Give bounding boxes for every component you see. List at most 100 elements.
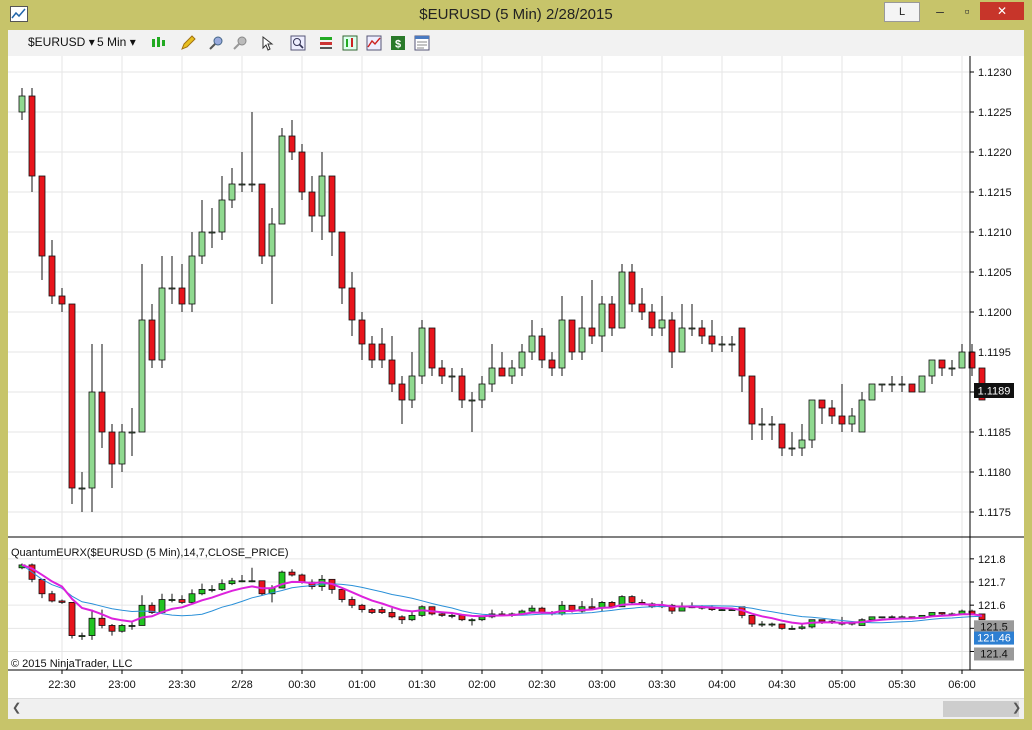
time-tick-label: 06:00 — [948, 679, 976, 691]
scroll-right-icon[interactable]: ❯ — [1012, 701, 1021, 714]
minimize-button[interactable]: ‒ — [930, 1, 950, 21]
price-tick-label: 1.1210 — [978, 227, 1012, 239]
time-tick-label: 01:30 — [408, 679, 436, 691]
properties-icon[interactable] — [318, 35, 334, 51]
price-candle — [108, 424, 116, 488]
chevron-down-icon: ▾ — [88, 35, 95, 49]
time-tick-label: 22:30 — [48, 679, 76, 691]
price-tick-label: 1.1205 — [978, 267, 1012, 279]
price-candle — [638, 288, 646, 320]
interval-selector[interactable]: 5 Min ▾ — [97, 35, 136, 49]
time-tick-label: 05:00 — [828, 679, 856, 691]
dollar-icon[interactable]: $ — [390, 35, 406, 51]
time-axis-labels[interactable]: 22:30 23:00 23:30 2/28 00:30 01:00 01:30 02:00 0… — [48, 670, 976, 691]
bar-type-icon[interactable] — [150, 35, 166, 51]
link-button[interactable]: L — [884, 2, 920, 22]
time-tick-label: 02:30 — [528, 679, 556, 691]
indicator-candle — [888, 615, 896, 619]
price-candle — [938, 359, 946, 376]
indicator-candle — [208, 585, 216, 593]
copyright-text: © 2015 NinjaTrader, LLC — [11, 658, 132, 670]
price-candle — [518, 344, 526, 376]
price-candle — [508, 360, 516, 384]
indicators-icon[interactable] — [366, 35, 382, 51]
price-candle — [678, 304, 686, 353]
price-candle — [948, 360, 956, 376]
price-candle — [498, 352, 506, 377]
price-candle — [888, 376, 896, 392]
indicator-candle — [448, 613, 456, 619]
price-tick-label: 1.1230 — [978, 67, 1012, 79]
price-candle — [418, 320, 426, 384]
price-candle — [658, 296, 666, 336]
zoom-in-icon[interactable] — [208, 35, 224, 51]
last-price-label: 1.1189 — [978, 386, 1011, 398]
price-candle — [308, 176, 316, 232]
time-tick-label: 2/28 — [231, 679, 252, 691]
price-candle — [858, 392, 866, 433]
price-axis-labels[interactable]: 1.11751.11801.11851.11901.11951.12001.12… — [970, 67, 1012, 519]
price-candle — [58, 288, 66, 312]
scroll-thumb[interactable] — [943, 701, 1019, 717]
price-candle — [278, 128, 286, 225]
search-icon[interactable] — [290, 35, 306, 51]
price-candle — [78, 472, 86, 512]
chart-canvas[interactable]: 1.11751.11801.11851.11901.11951.12001.12… — [8, 56, 1024, 698]
price-tick-label: 1.1215 — [978, 187, 1012, 199]
price-candle — [798, 424, 806, 456]
price-candle — [758, 408, 766, 440]
horizontal-scrollbar[interactable]: ❮ ❯ — [8, 698, 1024, 719]
price-candle — [188, 232, 196, 312]
price-candle — [198, 200, 206, 264]
price-candle — [148, 304, 156, 368]
price-candle — [488, 344, 496, 392]
indicator-tick-label: 121.8 — [978, 554, 1006, 566]
price-candle — [808, 399, 816, 448]
time-tick-label: 02:00 — [468, 679, 496, 691]
indicator-candle — [68, 602, 76, 639]
price-candle — [48, 240, 56, 304]
price-candle — [38, 175, 46, 280]
indicator-candle — [368, 608, 376, 614]
indicator-candle — [338, 589, 346, 603]
chart-area[interactable]: 1.11751.11801.11851.11901.11951.12001.12… — [8, 56, 1024, 698]
price-candle — [338, 231, 346, 304]
time-tick-label: 03:00 — [588, 679, 616, 691]
indicator-candle — [198, 583, 206, 596]
price-candle — [208, 208, 216, 248]
close-button[interactable]: ✕ — [980, 2, 1024, 20]
scroll-left-icon[interactable]: ❮ — [12, 701, 21, 714]
price-candle — [348, 272, 356, 336]
price-candle — [478, 376, 486, 408]
cursor-icon[interactable] — [260, 35, 276, 51]
price-candle — [28, 88, 36, 192]
price-candle — [428, 327, 436, 376]
instrument-selector[interactable]: $EURUSD ▾ — [28, 35, 95, 49]
indicator-candle — [308, 579, 316, 590]
time-tick-label: 01:00 — [348, 679, 376, 691]
price-candle — [398, 376, 406, 424]
title-bar: $EURUSD (5 Min) 2/28/2015 L ‒ ▫ ✕ — [0, 0, 1032, 30]
time-tick-label: 04:00 — [708, 679, 736, 691]
price-candle — [788, 432, 796, 456]
indicator-candle — [328, 578, 336, 594]
indicator-candle — [808, 619, 816, 629]
window-title: $EURUSD (5 Min) 2/28/2015 — [419, 6, 613, 23]
price-candle — [298, 144, 306, 200]
drawing-pencil-icon[interactable] — [180, 35, 196, 51]
indicator-candle — [358, 603, 366, 613]
price-candle — [258, 183, 266, 264]
indicator-candle — [588, 598, 596, 610]
maximize-button[interactable]: ▫ — [957, 1, 977, 21]
price-candle — [878, 383, 886, 392]
price-tick-label: 1.1220 — [978, 147, 1012, 159]
zoom-out-icon[interactable] — [232, 35, 248, 51]
strategies-icon[interactable] — [342, 35, 358, 51]
svg-text:$: $ — [395, 39, 401, 51]
indicator-candle — [398, 615, 406, 625]
data-box-icon[interactable] — [414, 35, 430, 51]
price-candle — [218, 176, 226, 240]
time-tick-label: 05:30 — [888, 679, 916, 691]
price-candle — [618, 264, 626, 329]
price-candle — [898, 376, 906, 392]
